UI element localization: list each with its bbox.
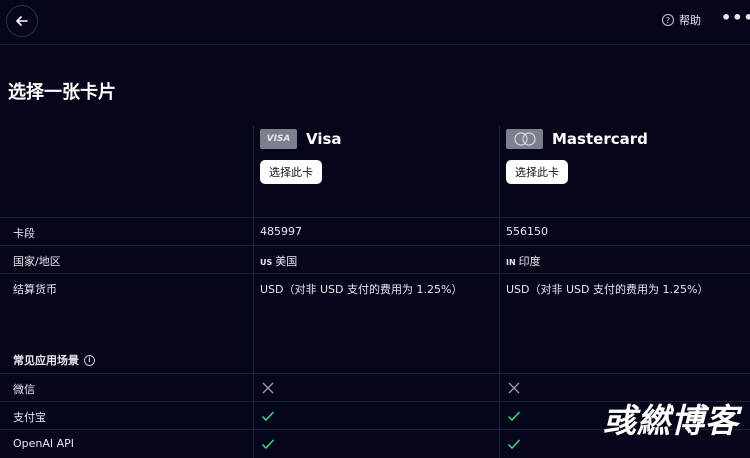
row-label-bin: 卡段 (13, 227, 35, 240)
usage-label-alipay: 支付宝 (13, 411, 46, 424)
check-icon (261, 411, 275, 422)
select-mastercard-button[interactable]: 选择此卡 (506, 160, 568, 184)
country-code: IN (506, 258, 516, 267)
country-name: 印度 (518, 255, 541, 268)
more-menu-icon[interactable]: ••• (721, 10, 750, 26)
row-divider (0, 273, 750, 274)
check-icon (261, 439, 275, 450)
top-bar: ? 帮助 ••• (0, 0, 750, 45)
visa-currency: USD（对非 USD 支付的费用为 1.25%） (260, 283, 463, 296)
column-divider (499, 126, 500, 458)
usage-label-wechat: 微信 (13, 383, 35, 396)
mastercard-country: IN 印度 (506, 253, 541, 269)
card-name: Visa (306, 130, 342, 148)
mastercard-currency: USD（对非 USD 支付的费用为 1.25%） (506, 283, 709, 296)
mastercard-bin: 556150 (506, 225, 548, 238)
info-icon[interactable]: i (84, 354, 95, 366)
back-button[interactable] (6, 5, 38, 37)
arrow-left-icon (16, 16, 28, 26)
country-name: 美国 (275, 255, 298, 268)
column-divider (253, 126, 254, 458)
visa-bin: 485997 (260, 225, 302, 238)
cross-icon (508, 382, 520, 394)
country-code: US (260, 258, 273, 267)
check-icon (507, 411, 521, 422)
page-title: 选择一张卡片 (8, 82, 116, 103)
help-label: 帮助 (679, 14, 701, 27)
visa-country: US 美国 (260, 253, 297, 269)
usage-label-openai: OpenAI API (13, 437, 75, 450)
help-link[interactable]: ? 帮助 (662, 12, 701, 28)
card-header-mastercard: Mastercard (506, 129, 648, 149)
usage-title: 常见应用场景 (13, 354, 79, 367)
select-visa-button[interactable]: 选择此卡 (260, 160, 322, 184)
cross-icon (262, 382, 274, 394)
visa-logo-icon: VISA (260, 129, 297, 149)
row-label-country: 国家/地区 (13, 255, 61, 268)
watermark: 彧繎博客 (603, 401, 739, 440)
row-divider (0, 373, 750, 374)
card-name: Mastercard (552, 130, 648, 148)
row-divider (0, 217, 750, 218)
row-label-currency: 结算货币 (13, 283, 57, 296)
mastercard-logo-icon (506, 129, 543, 149)
card-header-visa: VISA Visa (260, 129, 342, 149)
row-divider (0, 245, 750, 246)
check-icon (507, 439, 521, 450)
usage-section-title: 常见应用场景 i (13, 352, 95, 368)
question-circle-icon: ? (662, 14, 674, 26)
